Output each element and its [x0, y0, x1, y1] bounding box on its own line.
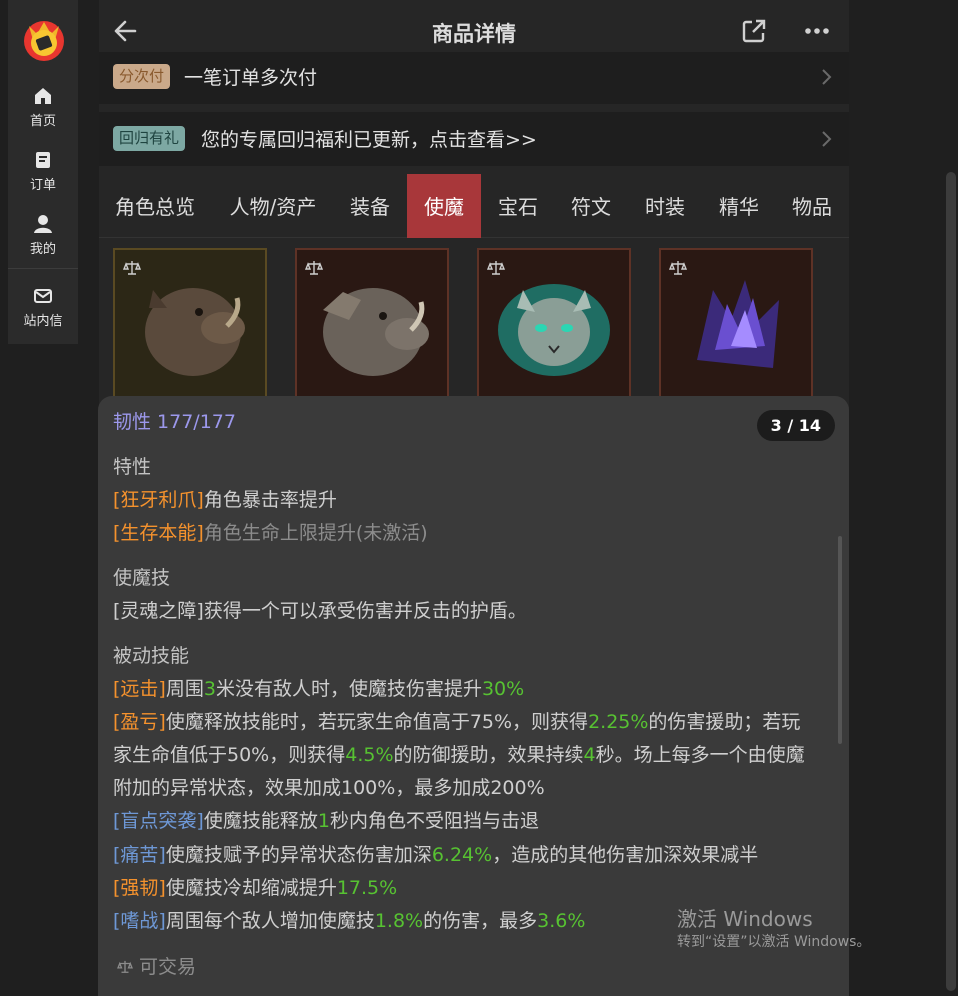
chevron-right-icon — [822, 69, 832, 85]
welfare-row[interactable]: 回归有礼 您的专属回归福利已更新，点击查看>> — [99, 112, 849, 166]
tradable-scale-icon — [487, 261, 505, 275]
page-scrollbar[interactable] — [946, 172, 956, 991]
passive-skill-line-cont: 附加的异常状态，效果加成100%，最多加成200% — [113, 777, 545, 799]
tab-gem[interactable]: 宝石 — [491, 174, 545, 238]
tab-pet[interactable]: 使魔 — [407, 174, 481, 238]
pet-thumbnail-void-beast[interactable] — [659, 248, 813, 398]
chevron-right-icon — [822, 131, 832, 147]
pet-thumbnail-boar[interactable] — [113, 248, 267, 398]
tradable-scale-icon — [669, 261, 687, 275]
tab-fashion[interactable]: 时装 — [638, 174, 692, 238]
passive-skill-line: [嗜战]周围每个敌人增加使魔技1.8%的伤害，最多3.6% — [113, 910, 586, 932]
passive-skill-line: [盲点突袭]使魔技能释放1秒内角色不受阻挡与击退 — [113, 810, 539, 832]
passive-skill-line: [盈亏]使魔释放技能时，若玩家生命值高于75%，则获得2.25%的伤害援助；若玩 — [113, 711, 801, 733]
installment-text: 一笔订单多次付 — [184, 67, 318, 89]
panel-scrollbar[interactable] — [838, 536, 842, 744]
order-icon — [36, 152, 50, 168]
traits-heading: 特性 — [113, 456, 152, 478]
sidebar-item-label: 站内信 — [23, 314, 63, 329]
tab-overview[interactable]: 角色总览 — [107, 174, 203, 238]
tab-rune[interactable]: 符文 — [564, 174, 618, 238]
tab-bar: 角色总览 人物/资产 装备 使魔 宝石 符文 时装 精华 物品 — [99, 174, 849, 238]
pet-thumbnail-spirit-cat[interactable] — [477, 248, 631, 398]
pet-skill-heading: 使魔技 — [113, 567, 171, 589]
installment-tag: 分次付 — [113, 64, 171, 89]
image-counter-badge: 3 / 14 — [756, 410, 835, 441]
passive-skills-heading: 被动技能 — [113, 645, 190, 667]
home-icon — [35, 88, 51, 104]
windows-watermark-title: 激活 Windows — [677, 907, 813, 931]
welfare-text: 您的专属回归福利已更新，点击查看>> — [201, 129, 537, 151]
app-logo-icon[interactable] — [21, 12, 67, 64]
trait-line: [狂牙利爪]角色暴击率提升 — [113, 489, 337, 511]
tab-essence[interactable]: 精华 — [712, 174, 766, 238]
welfare-tag: 回归有礼 — [113, 126, 186, 151]
mail-icon — [34, 289, 52, 303]
sidebar-item-label: 首页 — [29, 114, 56, 129]
tradable-scale-icon — [117, 960, 133, 973]
pet-skill-text: [灵魂之障]获得一个可以承受伤害并反击的护盾。 — [113, 600, 527, 622]
sidebar-item-label: 我的 — [29, 242, 56, 257]
trait-line: [生存本能]角色生命上限提升(未激活) — [113, 522, 428, 544]
sidebar: 首页 订单 我的 站内信 — [8, 0, 78, 344]
tab-items[interactable]: 物品 — [785, 174, 839, 238]
sidebar-item-messages[interactable]: 站内信 — [8, 286, 78, 329]
pet-thumbnail-armored-boar[interactable] — [295, 248, 449, 398]
installment-row[interactable]: 分次付 一笔订单多次付 — [99, 52, 849, 104]
passive-skill-line: [远击]周围3米没有敌人时，使魔技伤害提升30% — [113, 678, 525, 700]
tab-character[interactable]: 人物/资产 — [223, 174, 323, 238]
sidebar-item-orders[interactable]: 订单 — [8, 150, 78, 193]
passive-skill-line-cont: 家生命值低于50%，则获得4.5%的防御援助，效果持续4秒。场上每多一个由使魔 — [113, 744, 805, 766]
share-icon[interactable] — [737, 14, 771, 48]
divider — [8, 268, 78, 269]
tradable-scale-icon — [305, 261, 323, 275]
passive-skill-line: [痛苦]使魔技赋予的异常状态伤害加深6.24%，造成的其他伤害加深效果减半 — [113, 844, 759, 866]
more-icon[interactable] — [799, 14, 833, 48]
sidebar-item-label: 订单 — [29, 178, 56, 193]
passive-skill-line: [强韧]使魔技冷却缩减提升17.5% — [113, 877, 398, 899]
sidebar-item-home[interactable]: 首页 — [8, 86, 78, 129]
tradable-label: 可交易 — [117, 952, 196, 979]
sidebar-item-me[interactable]: 我的 — [8, 214, 78, 257]
tradable-scale-icon — [123, 261, 141, 275]
toughness-stat: 韧性 177/177 — [113, 411, 236, 433]
user-icon — [34, 215, 52, 233]
tab-equipment[interactable]: 装备 — [343, 174, 397, 238]
windows-watermark-subtitle: 转到“设置”以激活 Windows。 — [677, 934, 871, 950]
